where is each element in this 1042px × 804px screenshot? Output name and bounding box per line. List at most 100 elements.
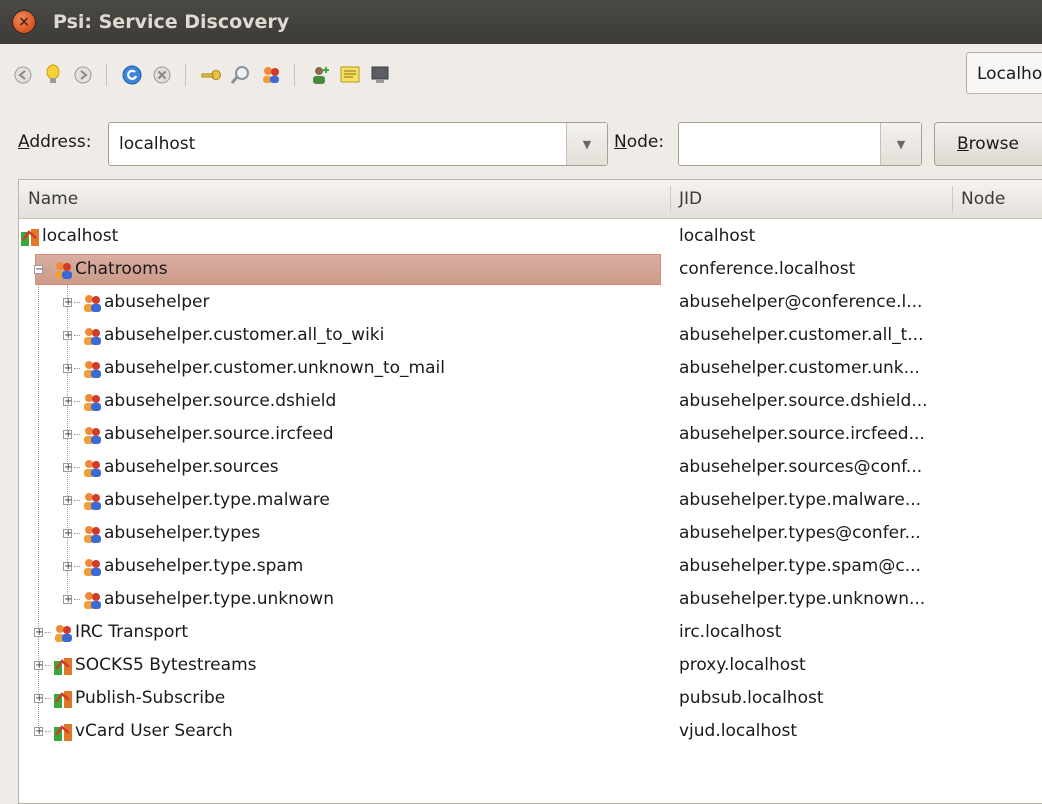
groupchat-icon (52, 622, 74, 644)
tree-item-jid: irc.localhost (679, 622, 782, 642)
column-header-name[interactable]: Name (19, 180, 78, 218)
tree-connector (74, 302, 80, 303)
tree-item-name[interactable]: + abusehelper.source.ircfeed (63, 418, 334, 451)
tree-item-name[interactable]: + abusehelper.type.unknown (63, 583, 334, 616)
title-bar: × Psi: Service Discovery (0, 0, 1042, 44)
collapse-icon[interactable]: − (34, 265, 43, 275)
tree-item-jid: abusehelper.types@confer... (679, 523, 921, 543)
expand-icon[interactable]: + (63, 562, 72, 572)
back-icon[interactable] (12, 64, 34, 86)
add-contact-icon[interactable] (309, 64, 331, 86)
tree-item-label: abusehelper.type.malware (104, 490, 330, 510)
tree-row[interactable]: + IRC Transport irc.localhost (19, 616, 1042, 649)
tree-item-name[interactable]: localhost (19, 220, 118, 253)
close-icon: × (18, 14, 30, 30)
tree-item-name[interactable]: + abusehelper.source.dshield (63, 385, 336, 418)
node-combobox[interactable]: ▼ (678, 122, 922, 166)
groupchat-icon (81, 457, 103, 479)
tree-item-jid: vjud.localhost (679, 721, 798, 741)
expand-icon[interactable]: + (34, 727, 43, 737)
toolbar-separator (185, 64, 186, 86)
tree-item-label: abusehelper.type.spam (104, 556, 304, 576)
column-header-node[interactable]: Node (952, 180, 1005, 218)
tree-row[interactable]: + abusehelper.sources abusehelper.sources@… (19, 451, 1042, 484)
expand-icon[interactable]: + (63, 331, 72, 341)
tree-item-name[interactable]: + abusehelper.type.malware (63, 484, 330, 517)
expand-icon[interactable]: + (34, 628, 43, 638)
expand-icon[interactable]: + (63, 595, 72, 605)
tree-row[interactable]: + abusehelper.customer.all_to_wiki abusehe… (19, 319, 1042, 352)
tree-row[interactable]: + abusehelper.customer.unknown_to_mail abu… (19, 352, 1042, 385)
tree-item-name[interactable]: + abusehelper.customer.unknown_to_mail (63, 352, 445, 385)
stop-icon[interactable] (151, 64, 173, 86)
tree-item-label: abusehelper.source.ircfeed (104, 424, 334, 444)
expand-icon[interactable]: + (63, 364, 72, 374)
tree-row[interactable]: + Publish-Subscribe pubsub.localhost (19, 682, 1042, 715)
tree-row[interactable]: + abusehelper abusehelper@conference.l... (19, 286, 1042, 319)
tree-connector (45, 698, 51, 699)
tree-item-jid: abusehelper@conference.l... (679, 292, 923, 312)
expand-icon[interactable]: + (63, 529, 72, 539)
tree-connector (45, 632, 51, 633)
terminal-icon[interactable] (369, 64, 391, 86)
tree-row[interactable]: + abusehelper.type.malware abusehelper.typ… (19, 484, 1042, 517)
tree-item-name[interactable]: + SOCKS5 Bytestreams (34, 649, 256, 682)
tree-item-name[interactable]: − Chatrooms (34, 253, 168, 286)
tree-row[interactable]: + SOCKS5 Bytestreams proxy.localhost (19, 649, 1042, 682)
tree-row[interactable]: + abusehelper.type.spam abusehelper.type.s… (19, 550, 1042, 583)
chevron-down-icon: ▼ (896, 137, 906, 151)
tree-item-name[interactable]: + abusehelper.types (63, 517, 260, 550)
tree-row[interactable]: + abusehelper.type.unknown abusehelper.typ… (19, 583, 1042, 616)
key-icon[interactable] (200, 64, 222, 86)
tree-row[interactable]: localhost localhost (19, 220, 1042, 253)
tree-item-jid: abusehelper.source.ircfeed... (679, 424, 925, 444)
tree-row[interactable]: + vCard User Search vjud.localhost (19, 715, 1042, 748)
expand-icon[interactable]: + (63, 463, 72, 473)
tree-item-name[interactable]: + abusehelper (63, 286, 210, 319)
tree-item-name[interactable]: + abusehelper.type.spam (63, 550, 303, 583)
groupchat-icon (81, 556, 103, 578)
expand-icon[interactable]: + (63, 430, 72, 440)
toolbar: Localhost (0, 44, 1042, 106)
expand-icon[interactable]: + (63, 496, 72, 506)
tree-item-name[interactable]: + IRC Transport (34, 616, 188, 649)
tree-connector (74, 599, 80, 600)
tree-item-label: abusehelper.types (104, 523, 261, 543)
tree-row[interactable]: + abusehelper.source.dshield abusehelper.s… (19, 385, 1042, 418)
groupchat-icon (81, 391, 103, 413)
refresh-icon[interactable] (121, 64, 143, 86)
tree-item-label: Chatrooms (75, 259, 168, 279)
expand-icon[interactable]: + (63, 397, 72, 407)
tree-item-label: localhost (42, 226, 119, 246)
tree-row[interactable]: + abusehelper.source.ircfeed abusehelper.s… (19, 418, 1042, 451)
tree-item-name[interactable]: + Publish-Subscribe (34, 682, 225, 715)
tree-row[interactable]: + abusehelper.types abusehelper.types@conf… (19, 517, 1042, 550)
vcard-icon[interactable] (339, 64, 361, 86)
tree-item-label: abusehelper.type.unknown (104, 589, 334, 609)
tree-connector (74, 566, 80, 567)
tree-item-name[interactable]: + abusehelper.customer.all_to_wiki (63, 319, 384, 352)
address-input[interactable]: localhost (119, 134, 195, 154)
tree-row[interactable]: − Chatrooms conference.localhost (19, 253, 1042, 286)
expand-icon[interactable]: + (63, 298, 72, 308)
forward-icon[interactable] (72, 64, 94, 86)
expand-icon[interactable]: + (34, 661, 43, 671)
tree-item-name[interactable]: + vCard User Search (34, 715, 233, 748)
account-selector[interactable]: Localhost (966, 52, 1042, 94)
expand-icon[interactable]: + (34, 694, 43, 704)
discovery-tree[interactable]: Name JID Node localhost localhost − Chatroo… (18, 179, 1042, 804)
browse-button[interactable]: Browse (934, 122, 1042, 166)
tree-item-label: Publish-Subscribe (75, 688, 226, 708)
tree-connector (74, 533, 80, 534)
column-header-jid[interactable]: JID (670, 180, 702, 218)
address-dropdown-button[interactable]: ▼ (566, 123, 607, 165)
tree-item-name[interactable]: + abusehelper.sources (63, 451, 279, 484)
address-combobox[interactable]: localhost ▼ (108, 122, 608, 166)
search-icon[interactable] (230, 64, 252, 86)
chevron-down-icon: ▼ (582, 137, 592, 151)
groupchat-icon[interactable] (260, 64, 282, 86)
close-window-button[interactable]: × (13, 11, 35, 33)
tree-item-jid: abusehelper.sources@conf... (679, 457, 923, 477)
node-dropdown-button[interactable]: ▼ (880, 123, 921, 165)
lightbulb-icon[interactable] (42, 64, 64, 86)
